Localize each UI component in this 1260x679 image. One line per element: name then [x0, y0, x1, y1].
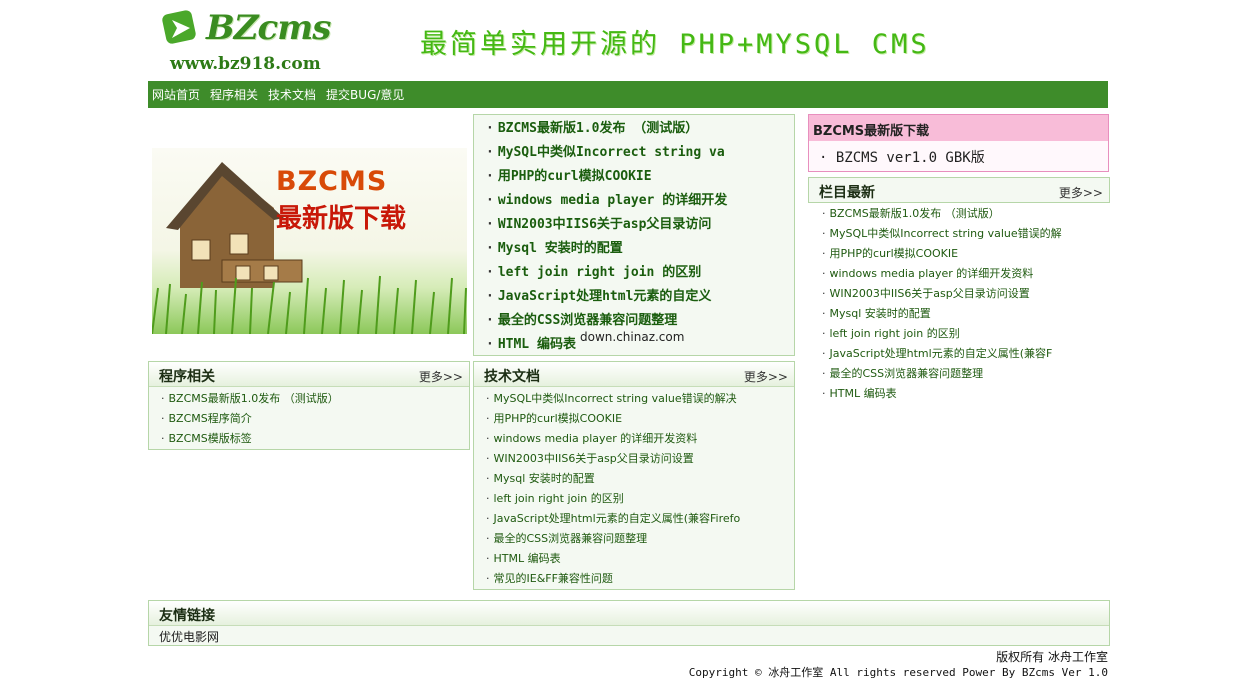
list-item[interactable]: BZCMS模版标签: [161, 429, 469, 449]
latest-more-link[interactable]: 更多>>: [1059, 184, 1103, 201]
list-item[interactable]: BZCMS最新版1.0发布 （测试版）: [161, 389, 469, 409]
list-item[interactable]: JavaScript处理html元素的自定义属性(兼容F: [822, 344, 1110, 364]
footer-copyright: Copyright © 冰舟工作室 All rights reserved Po…: [688, 666, 1108, 679]
friend-link[interactable]: 优优电影网: [159, 630, 219, 644]
list-item[interactable]: 用PHP的curl模拟COOKIE: [486, 165, 794, 189]
tech-docs-more-link[interactable]: 更多>>: [744, 368, 788, 385]
list-item[interactable]: left join right join 的区别: [486, 261, 794, 285]
program-panel: 程序相关 更多>> BZCMS最新版1.0发布 （测试版） BZCMS程序简介 …: [148, 361, 470, 450]
program-list: BZCMS最新版1.0发布 （测试版） BZCMS程序简介 BZCMS模版标签: [149, 387, 469, 449]
list-item[interactable]: left join right join 的区别: [822, 324, 1110, 344]
list-item[interactable]: left join right join 的区别: [486, 489, 794, 509]
program-panel-header: 程序相关 更多>>: [149, 362, 469, 387]
tech-docs-panel-title: 技术文档: [484, 369, 540, 385]
list-item[interactable]: BZCMS最新版1.0发布 （测试版）: [486, 117, 794, 141]
friend-links-panel: 友情链接 优优电影网: [148, 600, 1110, 646]
main-nav: 网站首页 程序相关 技术文档 提交BUG/意见: [148, 81, 1108, 108]
friend-links-header: 友情链接: [149, 601, 1109, 626]
headline-news-list: BZCMS最新版1.0发布 （测试版） MySQL中类似Incorrect st…: [474, 115, 794, 357]
latest-list: BZCMS最新版1.0发布 （测试版） MySQL中类似Incorrect st…: [822, 204, 1110, 404]
site-slogan: 最简单实用开源的 PHP+MYSQL CMS: [420, 29, 930, 60]
list-item[interactable]: MySQL中类似Incorrect string va: [486, 141, 794, 165]
banner-subtitle: 最新版下载: [276, 204, 407, 234]
list-item[interactable]: Mysql 安装时的配置: [486, 237, 794, 261]
list-item[interactable]: 用PHP的curl模拟COOKIE: [822, 244, 1110, 264]
download-panel-title: BZCMS最新版下载: [813, 124, 930, 139]
logo-arrow-icon: [162, 10, 196, 44]
program-more-link[interactable]: 更多>>: [419, 368, 463, 385]
program-panel-title: 程序相关: [159, 369, 215, 385]
list-item[interactable]: windows media player 的详细开发资料: [822, 264, 1110, 284]
footer-copyright-owner: 版权所有 冰舟工作室: [996, 650, 1108, 664]
download-banner[interactable]: BZCMS 最新版下载: [152, 148, 467, 334]
nav-item-submit-bug[interactable]: 提交BUG/意见: [326, 86, 404, 103]
list-item[interactable]: HTML 编码表: [822, 384, 1110, 404]
download-link[interactable]: · BZCMS ver1.0 GBK版: [819, 147, 985, 167]
download-panel-header: BZCMS最新版下载: [809, 115, 1108, 141]
friend-links-body: 优优电影网: [149, 626, 1109, 645]
list-item[interactable]: WIN2003中IIS6关于asp父目录访问设置: [486, 449, 794, 469]
list-item[interactable]: WIN2003中IIS6关于asp父目录访问设置: [822, 284, 1110, 304]
list-item[interactable]: Mysql 安装时的配置: [486, 469, 794, 489]
banner-title: BZCMS: [276, 166, 388, 197]
list-item[interactable]: 最全的CSS浏览器兼容问题整理: [486, 529, 794, 549]
list-item[interactable]: BZCMS程序简介: [161, 409, 469, 429]
list-item[interactable]: Mysql 安装时的配置: [822, 304, 1110, 324]
logo-text: BZcms: [206, 8, 331, 48]
nav-item-program[interactable]: 程序相关: [210, 86, 258, 103]
download-panel: BZCMS最新版下载 · BZCMS ver1.0 GBK版: [808, 114, 1109, 172]
tech-docs-panel: 技术文档 更多>> MySQL中类似Incorrect string value…: [473, 361, 795, 590]
list-item[interactable]: windows media player 的详细开发资料: [486, 429, 794, 449]
list-item[interactable]: WIN2003中IIS6关于asp父目录访问: [486, 213, 794, 237]
list-item[interactable]: 用PHP的curl模拟COOKIE: [486, 409, 794, 429]
list-item[interactable]: JavaScript处理html元素的自定义: [486, 285, 794, 309]
footer: 版权所有 冰舟工作室 Copyright © 冰舟工作室 All rights …: [689, 650, 1108, 679]
list-item[interactable]: BZCMS最新版1.0发布 （测试版）: [822, 204, 1110, 224]
list-item[interactable]: JavaScript处理html元素的自定义属性(兼容Firefo: [486, 509, 794, 529]
headline-news-panel: BZCMS最新版1.0发布 （测试版） MySQL中类似Incorrect st…: [473, 114, 795, 356]
watermark-text: down.chinaz.com: [580, 330, 685, 344]
list-item[interactable]: windows media player 的详细开发: [486, 189, 794, 213]
tech-docs-list: MySQL中类似Incorrect string value错误的解决 用PHP…: [474, 387, 794, 589]
latest-panel-title: 栏目最新: [819, 185, 875, 201]
nav-item-home[interactable]: 网站首页: [152, 86, 200, 103]
list-item[interactable]: HTML 编码表: [486, 549, 794, 569]
site-url: www.bz918.com: [170, 54, 321, 74]
list-item[interactable]: MySQL中类似Incorrect string value错误的解决: [486, 389, 794, 409]
friend-links-title: 友情链接: [159, 608, 215, 624]
site-logo[interactable]: BZcms www.bz918.com: [162, 6, 342, 78]
nav-item-tech-docs[interactable]: 技术文档: [268, 86, 316, 103]
tech-docs-panel-header: 技术文档 更多>>: [474, 362, 794, 387]
list-item[interactable]: MySQL中类似Incorrect string value错误的解: [822, 224, 1110, 244]
latest-panel-header: 栏目最新 更多>>: [808, 177, 1110, 203]
list-item[interactable]: 最全的CSS浏览器兼容问题整理: [822, 364, 1110, 384]
list-item[interactable]: 常见的IE&FF兼容性问题: [486, 569, 794, 589]
